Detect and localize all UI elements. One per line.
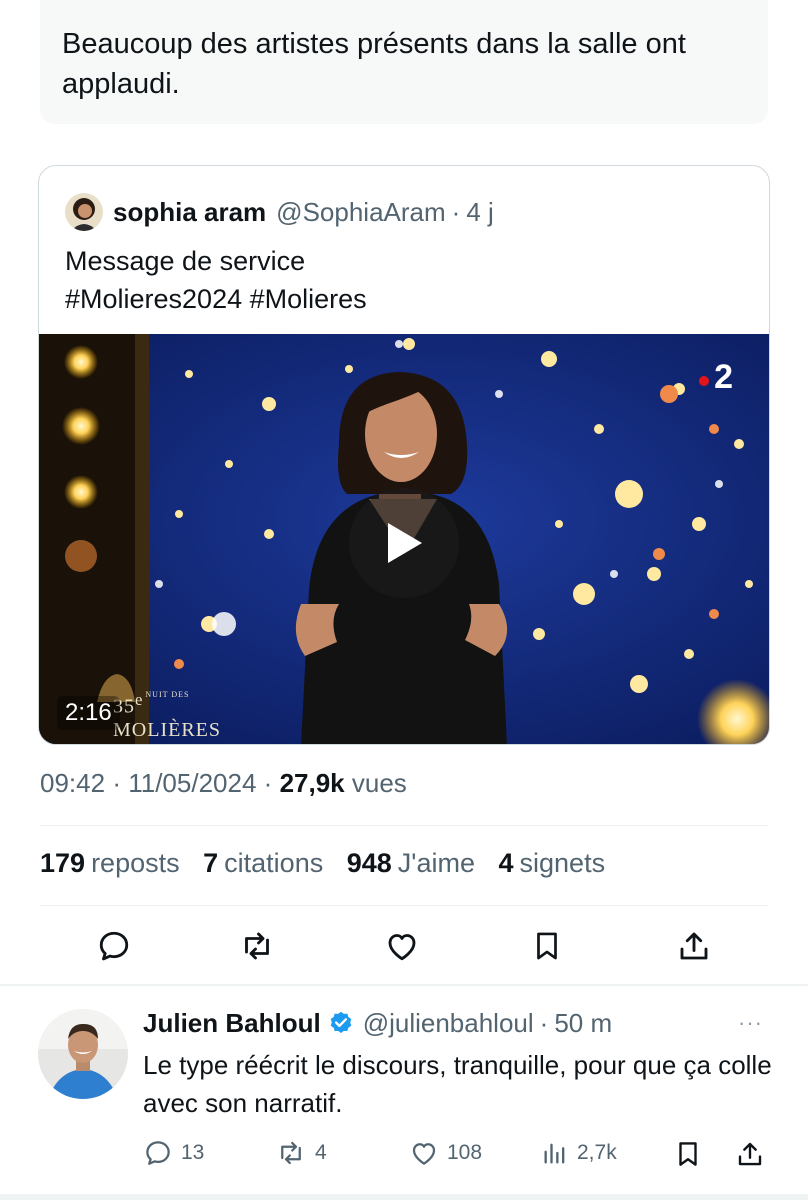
reply-count: 13	[181, 1141, 205, 1164]
quotes-stat[interactable]: 7 citations	[203, 848, 323, 878]
reposts-stat[interactable]: 179 reposts	[40, 848, 180, 878]
reply-share-button[interactable]	[735, 1138, 765, 1170]
reply-views-button[interactable]: 2,7k	[541, 1138, 617, 1168]
views-count: 2,7k	[577, 1141, 617, 1164]
reply-author-avatar[interactable]	[38, 1009, 128, 1099]
more-icon[interactable]: ···	[738, 1010, 763, 1036]
bookmark-button[interactable]	[525, 924, 569, 968]
video-player[interactable]: 2 35e NUIT DES MOLIÈRES 2:16	[39, 334, 769, 744]
reply-text: Le type réécrit le discours, tranquille,…	[143, 1050, 772, 1118]
verified-icon	[330, 1011, 351, 1033]
quoted-author-handle[interactable]: @SophiaAram	[276, 197, 445, 228]
reply-tweet[interactable]: Julien Bahloul @julienbahloul · 50 m ···…	[0, 986, 808, 1200]
reply-header: Julien Bahloul @julienbahloul · 50 m	[143, 1008, 612, 1039]
bookmark-icon	[679, 1142, 697, 1166]
engagement-stats: 179 reposts 7 citations 948 J'aime 4 signets	[40, 848, 621, 879]
repost-icon	[245, 932, 269, 960]
views-label: vues	[351, 768, 407, 798]
quoted-timestamp[interactable]: 4 j	[466, 197, 493, 228]
like-button[interactable]	[380, 924, 424, 968]
share-icon	[680, 932, 708, 960]
quoted-tweet-text: Message de service #Molieres2024 #Molier…	[65, 242, 367, 318]
likes-stat[interactable]: 948 J'aime	[347, 848, 475, 878]
meta-separator: ·	[112, 768, 121, 798]
reply-bookmark-button[interactable]	[673, 1138, 703, 1170]
reply-reply-button[interactable]: 13	[143, 1138, 204, 1168]
reply-timestamp[interactable]: 50 m	[554, 1008, 612, 1039]
tweet-time[interactable]: 09:42	[40, 768, 105, 798]
reply-like-button[interactable]: 108	[409, 1138, 482, 1168]
quoted-tweet-header: sophia aram @SophiaAram · 4 j	[65, 193, 494, 231]
bookmark-icon	[537, 932, 557, 960]
quoted-hashtags[interactable]: #Molieres2024 #Molieres	[65, 280, 367, 318]
repost-button[interactable]	[235, 924, 279, 968]
divider	[40, 825, 768, 826]
reply-separator: ·	[539, 1008, 549, 1038]
channel-logo: 2	[714, 358, 733, 396]
reply-author-name[interactable]: Julien Bahloul	[143, 1008, 321, 1039]
reply-actions: 13 4 108 2,7k	[143, 1138, 773, 1174]
tweet-date[interactable]: 11/05/2024	[128, 768, 256, 798]
divider	[40, 905, 768, 906]
bottom-separator	[0, 1194, 808, 1200]
bookmarks-stat[interactable]: 4 signets	[499, 848, 606, 878]
quoted-tweet-card[interactable]: sophia aram @SophiaAram · 4 j Message de…	[38, 165, 770, 745]
meta-separator: ·	[263, 768, 273, 798]
tweet-meta: 09:42 · 11/05/2024 · 27,9k vues	[40, 768, 407, 799]
tweet-text: Beaucoup des artistes présents dans la s…	[40, 0, 768, 124]
views-count: 27,9k	[279, 768, 345, 798]
repost-count: 4	[315, 1141, 327, 1164]
reply-icon	[146, 1141, 170, 1165]
video-duration: 2:16	[57, 696, 120, 730]
play-icon	[388, 523, 422, 563]
play-button[interactable]	[349, 488, 459, 598]
like-icon	[412, 1143, 436, 1165]
share-icon	[738, 1142, 762, 1166]
share-button[interactable]	[672, 924, 716, 968]
like-icon	[388, 934, 416, 961]
quoted-author-avatar[interactable]	[65, 193, 103, 231]
quoted-author-name[interactable]: sophia aram	[113, 197, 266, 228]
reply-button[interactable]	[92, 924, 136, 968]
video-watermark: 35e NUIT DES MOLIÈRES	[113, 690, 221, 741]
reply-author-handle[interactable]: @julienbahloul	[363, 1008, 534, 1039]
quoted-text-line: Message de service	[65, 246, 306, 276]
repost-icon	[281, 1141, 301, 1165]
tweet-actions	[40, 924, 768, 970]
quoted-separator: ·	[451, 196, 461, 227]
like-count: 108	[447, 1141, 483, 1164]
channel-logo-dot	[699, 376, 709, 386]
reply-icon	[99, 931, 129, 961]
reply-repost-button[interactable]: 4	[275, 1138, 327, 1168]
views-icon	[544, 1143, 565, 1164]
